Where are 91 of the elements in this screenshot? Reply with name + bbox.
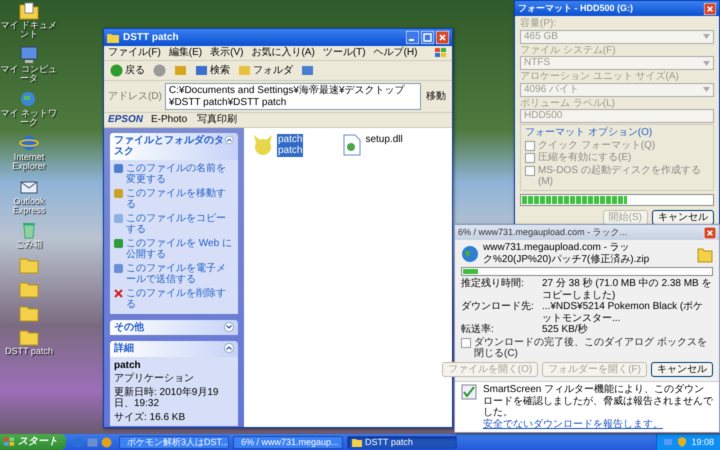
task-link[interactable]: このファイルを削除する [126, 288, 234, 310]
epson-logo: EPSON [108, 114, 144, 126]
window-title: DSTT patch [123, 32, 179, 44]
address-field[interactable]: C:¥Documents and Settings¥海帝最速¥デスクトップ¥DSTT patch¥DSTT patch [164, 83, 421, 110]
task-link[interactable]: このファイルを移動する [126, 188, 234, 210]
info-label: 転送率: [461, 324, 495, 336]
address-label: アドレス(D) [108, 90, 162, 102]
field-label: ファイル システム(F) [520, 44, 616, 56]
menu-item[interactable]: 表示(V) [210, 47, 244, 59]
report-link[interactable]: 安全でないダウンロードを報告します。 [483, 418, 713, 430]
menu-item[interactable]: お気に入り(A) [251, 47, 315, 59]
dropdown-arrow-icon [703, 87, 710, 92]
field-label: アロケーション ユニット サイズ(A) [520, 71, 679, 82]
chevron-icon[interactable] [224, 322, 234, 332]
info-value: ...¥NDS¥5214 Pokemon Black (ポケットモンスター... [542, 301, 704, 324]
go-button[interactable]: 移動 [424, 90, 448, 102]
windows-logo-icon [434, 47, 448, 59]
windows-logo-icon [4, 437, 15, 447]
dialog-button[interactable]: キャンセル [651, 362, 713, 377]
checkbox-label: クイック フォーマット(Q) [538, 140, 656, 151]
detail-modified: 更新日時: 2010年9月19日、19:32 [114, 386, 220, 410]
panel-header[interactable]: その他 [110, 320, 238, 335]
info-value: 525 KB/秒 [542, 324, 589, 336]
window-title: 6% / www731.megaupload.com - ラック... [458, 227, 628, 238]
task-icon [114, 214, 123, 222]
menu-item[interactable]: ツール(T) [322, 47, 366, 59]
folders-button[interactable]: フォルダ [236, 63, 295, 78]
task-link[interactable]: このファイルの名前を変更する [126, 162, 234, 186]
checkbox-label: MS-DOS の起動ディスクを作成する(M) [538, 164, 702, 188]
minimize-icon[interactable] [406, 31, 419, 44]
monitor-icon[interactable] [19, 46, 39, 64]
file-icon[interactable] [343, 134, 362, 156]
forward-button[interactable] [151, 63, 168, 78]
close-icon[interactable] [704, 2, 716, 14]
close-icon[interactable] [704, 226, 716, 238]
close-icon[interactable] [436, 31, 449, 44]
desktop-icon[interactable] [87, 436, 98, 448]
detail-name: patch [114, 360, 142, 371]
smartscreen-message: SmartScreen フィルター機能により、このダウンロードを確認しましたが、脅威は報告されませんでした。 [483, 384, 713, 418]
creature-icon[interactable] [252, 134, 274, 156]
task-icon [114, 238, 123, 248]
menu-item[interactable]: 編集(E) [168, 47, 202, 59]
menu-item[interactable]: ファイル(F) [108, 47, 161, 59]
file-name[interactable]: patch patch [277, 134, 304, 156]
desktop-icon-label[interactable]: マイ コンピュータ [0, 64, 58, 84]
window-title: フォーマット - HDD500 (G:) [518, 3, 634, 14]
shield-icon[interactable] [677, 437, 688, 447]
detail-type: アプリケーション [114, 373, 195, 384]
dropdown-arrow-icon [703, 34, 710, 39]
task-icon [114, 264, 123, 272]
panel-header[interactable]: ファイルとフォルダのタスク [110, 132, 238, 160]
shield-check-icon [461, 384, 477, 400]
chevron-icon[interactable] [225, 134, 234, 144]
up-button[interactable] [172, 63, 189, 78]
epson-toolbar-button[interactable]: E-Photo [149, 114, 190, 126]
cross-icon [114, 288, 123, 298]
task-icon [114, 188, 123, 198]
info-label: ダウンロード先: [461, 301, 535, 314]
file-name[interactable]: setup.dll [364, 134, 404, 145]
taskbar-button[interactable]: 6% / www731.megaup... [233, 436, 343, 448]
detail-size: サイズ: 16.6 KB [114, 412, 186, 423]
menu-item[interactable]: ヘルプ(H) [374, 47, 418, 59]
taskbar-button[interactable]: ポケモン解析3人はDST... [119, 436, 229, 448]
desktop-icon-label[interactable]: マイ ネットワーク [0, 108, 58, 128]
desktop-icon-label[interactable]: Internet Explorer [0, 152, 58, 172]
desktop-icon-label[interactable]: DSTT patch [5, 346, 53, 356]
info-label: 推定残り時間: [461, 278, 525, 291]
desktop-icon-label[interactable]: マイ ドキュメント [0, 21, 58, 40]
chevron-icon[interactable] [224, 343, 234, 353]
info-value: 27 分 38 秒 (71.0 MB 中の 2.38 MB をコピーしました) [542, 278, 713, 301]
download-source: www731.megaupload.com - ラック%20(JP%20)パッチ7(修正済み).zip [483, 242, 650, 265]
field-label: ボリューム ラベル(L) [520, 98, 615, 108]
dropdown-arrow-icon [703, 60, 710, 66]
task-link[interactable]: このファイルを Web に公開する [126, 238, 234, 260]
checkbox-label: 圧縮を有効にする(E) [538, 152, 632, 164]
views-button[interactable] [299, 63, 316, 78]
group-title: フォーマット オプション(O) [525, 127, 654, 138]
clock[interactable]: 19:08 [691, 436, 714, 448]
search-button[interactable]: 検索 [193, 63, 232, 78]
task-link[interactable]: このファイルを電子メールで送信する [126, 262, 234, 286]
task-icon [114, 164, 123, 172]
field-label: 容量(P): [520, 18, 556, 29]
epson-toolbar-button[interactable]: 写真印刷 [195, 114, 240, 126]
checkbox-label: ダウンロードの完了後、このダイアログ ボックスを閉じる(C) [474, 336, 708, 360]
panel-header[interactable]: 詳細 [110, 341, 238, 356]
maximize-icon[interactable] [421, 31, 434, 44]
task-link[interactable]: このファイルをコピーする [126, 212, 234, 236]
checkbox[interactable] [461, 338, 471, 348]
taskbar-button[interactable]: DSTT patch [347, 436, 457, 448]
back-button[interactable]: 戻る [108, 63, 147, 78]
start-button[interactable]: スタート [0, 434, 66, 450]
